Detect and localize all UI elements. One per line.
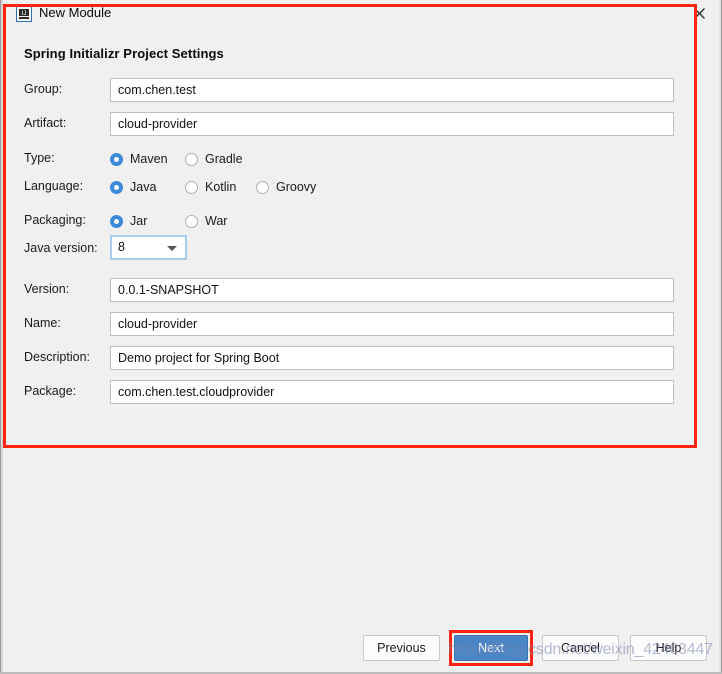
group-value: com.chen.test <box>118 83 196 97</box>
description-label: Description: <box>24 350 90 364</box>
name-label: Name: <box>24 316 61 330</box>
name-input[interactable]: cloud-provider <box>110 312 674 336</box>
type-label: Type: <box>24 151 55 165</box>
radio-type-maven-label: Maven <box>130 152 168 166</box>
chevron-down-icon <box>167 246 177 251</box>
packaging-label: Packaging: <box>24 213 86 227</box>
radio-type-maven[interactable]: Maven <box>110 148 168 170</box>
artifact-label: Artifact: <box>24 116 67 130</box>
radio-language-kotlin[interactable]: Kotlin <box>185 176 236 198</box>
radio-language-java[interactable]: Java <box>110 176 156 198</box>
form-row-artifact: Artifact: cloud-provider <box>3 112 719 136</box>
package-value: com.chen.test.cloudprovider <box>118 385 275 399</box>
version-input[interactable]: 0.0.1-SNAPSHOT <box>110 278 674 302</box>
radio-packaging-jar-label: Jar <box>130 214 148 228</box>
description-value: Demo project for Spring Boot <box>118 351 280 365</box>
form-row-version: Version: 0.0.1-SNAPSHOT <box>3 278 719 302</box>
java-version-select[interactable]: 8 <box>110 235 187 260</box>
radio-packaging-war[interactable]: War <box>185 210 227 232</box>
previous-button[interactable]: Previous <box>363 635 440 661</box>
radio-unselected-icon <box>185 152 198 166</box>
svg-text:IJ: IJ <box>22 11 27 17</box>
artifact-input[interactable]: cloud-provider <box>110 112 674 136</box>
radio-type-gradle-label: Gradle <box>205 152 243 166</box>
version-value: 0.0.1-SNAPSHOT <box>118 283 219 297</box>
radio-language-groovy-label: Groovy <box>276 180 317 194</box>
dialog-content: Spring Initializr Project Settings Group… <box>3 28 719 628</box>
radio-language-java-label: Java <box>130 180 157 194</box>
radio-language-groovy[interactable]: Groovy <box>256 176 316 198</box>
help-button[interactable]: Help <box>630 635 707 661</box>
page-title: Spring Initializr Project Settings <box>24 46 224 61</box>
radio-selected-icon <box>110 214 123 228</box>
radio-packaging-jar[interactable]: Jar <box>110 210 147 232</box>
next-button[interactable]: Next <box>454 635 528 661</box>
form-row-packaging: Packaging: Jar War <box>3 209 719 233</box>
form-row-type: Type: Maven Gradle <box>3 147 719 171</box>
name-value: cloud-provider <box>118 317 198 331</box>
form-row-group: Group: com.chen.test <box>3 78 719 102</box>
dialog-button-bar: Previous Next Cancel Help <box>3 628 719 672</box>
version-label: Version: <box>24 282 70 296</box>
window-title: New Module <box>39 5 112 20</box>
radio-unselected-icon <box>185 214 198 228</box>
radio-selected-icon <box>110 152 123 166</box>
radio-selected-icon <box>110 180 123 194</box>
radio-packaging-war-label: War <box>205 214 228 228</box>
radio-language-kotlin-label: Kotlin <box>205 180 237 194</box>
form-row-name: Name: cloud-provider <box>3 312 719 336</box>
java-version-value: 8 <box>118 240 125 254</box>
description-input[interactable]: Demo project for Spring Boot <box>110 346 674 370</box>
package-label: Package: <box>24 384 77 398</box>
intellij-module-icon: IJ <box>16 6 32 22</box>
form-row-language: Language: Java Kotlin Groovy <box>3 175 719 199</box>
group-input[interactable]: com.chen.test <box>110 78 674 102</box>
cancel-button[interactable]: Cancel <box>542 635 619 661</box>
radio-unselected-icon <box>185 180 198 194</box>
radio-type-gradle[interactable]: Gradle <box>185 148 243 170</box>
radio-unselected-icon <box>256 180 269 194</box>
artifact-value: cloud-provider <box>118 117 198 131</box>
language-label: Language: <box>24 179 84 193</box>
package-input[interactable]: com.chen.test.cloudprovider <box>110 380 674 404</box>
close-icon[interactable] <box>688 3 710 23</box>
title-bar: IJ New Module <box>3 0 719 28</box>
form-row-java-version: Java version: 8 <box>3 235 719 261</box>
form-row-description: Description: Demo project for Spring Boo… <box>3 346 719 370</box>
group-label: Group: <box>24 82 63 96</box>
java-version-label: Java version: <box>24 241 98 255</box>
form-row-package: Package: com.chen.test.cloudprovider <box>3 380 719 404</box>
